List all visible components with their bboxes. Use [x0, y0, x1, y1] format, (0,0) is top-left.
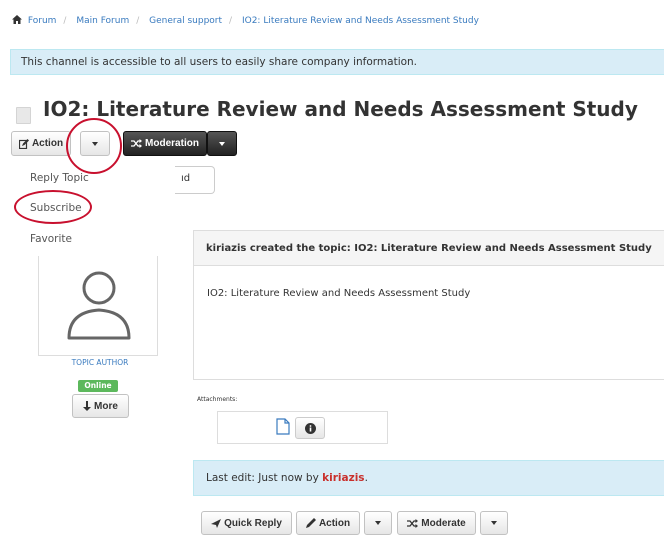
online-status-badge: Online [78, 380, 118, 392]
chevron-down-icon [92, 141, 98, 146]
breadcrumb-general-support[interactable]: General support [149, 16, 222, 26]
menu-item-subscribe[interactable]: Subscribe [30, 202, 82, 214]
author-avatar [38, 256, 158, 356]
channel-info-alert: This channel is accessible to all users … [10, 49, 664, 75]
file-icon[interactable] [276, 418, 290, 439]
user-avatar-icon [67, 271, 131, 340]
partial-hidden-button[interactable]: ıd [175, 166, 215, 194]
last-edit-user-link[interactable]: kiriazis [322, 472, 364, 484]
action-button[interactable]: Action [11, 131, 71, 156]
chevron-down-icon [219, 141, 225, 146]
topic-icon [16, 107, 31, 124]
arrow-down-icon [83, 401, 92, 411]
shuffle-icon [131, 139, 143, 148]
bottom-action-dropdown-toggle[interactable] [364, 511, 392, 535]
breadcrumb-topic[interactable]: IO2: Literature Review and Needs Assessm… [242, 16, 479, 26]
bottom-action-button[interactable]: Action [296, 511, 360, 535]
chevron-down-icon [491, 521, 497, 525]
quick-reply-button[interactable]: Quick Reply [201, 511, 292, 535]
menu-item-favorite[interactable]: Favorite [30, 233, 72, 245]
menu-item-reply-topic[interactable]: Reply Topic [30, 172, 89, 184]
info-icon [304, 422, 316, 434]
shuffle-icon [407, 518, 419, 528]
attachments-label: Attachments: [197, 396, 238, 403]
post-body: IO2: Literature Review and Needs Assessm… [207, 288, 471, 299]
more-button[interactable]: More [72, 394, 129, 418]
attachment-info-button[interactable] [295, 417, 325, 439]
moderation-dropdown-toggle[interactable] [207, 131, 237, 156]
topic-author-label: TOPIC AUTHOR [71, 358, 129, 367]
bottom-moderate-button[interactable]: Moderate [397, 511, 476, 535]
reply-icon [211, 518, 222, 528]
channel-info-text: This channel is accessible to all users … [21, 56, 418, 68]
page-title: IO2: Literature Review and Needs Assessm… [43, 97, 638, 121]
last-edit-notice: Last edit: Just now by kiriazis. [193, 460, 664, 496]
post-header: kiriazis created the topic: IO2: Literat… [194, 231, 664, 266]
action-dropdown-toggle[interactable] [80, 131, 110, 156]
bottom-moderate-dropdown-toggle[interactable] [480, 511, 508, 535]
home-icon [12, 15, 28, 26]
moderation-button[interactable]: Moderation [123, 131, 207, 156]
pencil-icon [305, 518, 316, 528]
breadcrumb-forum[interactable]: Forum [28, 16, 57, 26]
chevron-down-icon [375, 521, 381, 525]
breadcrumb: Forum / Main Forum / General support / IO2:… [12, 15, 479, 26]
breadcrumb-main-forum[interactable]: Main Forum [76, 16, 129, 26]
edit-icon [18, 138, 29, 149]
